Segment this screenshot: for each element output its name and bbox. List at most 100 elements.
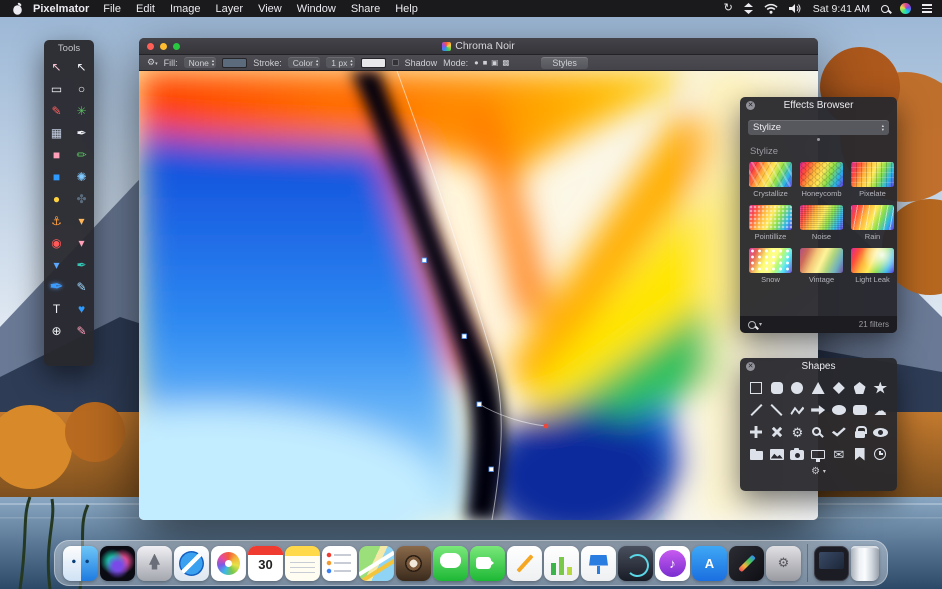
trash-dock-icon[interactable] [851,545,879,581]
zoom-tool[interactable]: ⊕ [46,320,68,342]
volume-icon[interactable] [788,3,802,14]
pixelmator-dock-icon[interactable] [729,545,764,581]
display-shape[interactable] [808,444,828,464]
magnifier-shape[interactable] [808,422,828,442]
apple-menu-icon[interactable] [12,2,23,15]
messages-dock-icon[interactable] [433,545,468,581]
cross-shape[interactable] [767,422,787,442]
app-store-dock-icon[interactable]: A [692,545,727,581]
tool-options-gear-icon[interactable]: ⚙▾ [147,57,158,68]
anchor-tool[interactable]: ⚓ [46,210,68,232]
display-arrows-icon[interactable] [743,3,753,14]
zigzag-line-shape[interactable] [787,400,807,420]
zoom-window-button[interactable] [173,42,180,50]
photo-booth-dock-icon[interactable] [396,545,431,581]
diamond-shape[interactable] [829,378,849,398]
magic-wand-tool[interactable]: ✳ [71,100,93,122]
camera-shape[interactable] [787,444,807,464]
paint-pen-tool[interactable]: ✒ [46,276,68,298]
checkmark-shape[interactable] [829,422,849,442]
bucket-tool[interactable]: ● [46,188,68,210]
red-eye-tool[interactable]: ◉ [46,232,68,254]
cloud-shape[interactable]: ☁ [870,400,890,420]
pen-tool[interactable]: ✒ [71,122,93,144]
menu-view[interactable]: View [258,3,282,15]
effect-honeycomb[interactable]: Honeycomb [800,162,843,198]
eye-shape[interactable] [870,422,890,442]
rect-marquee-tool[interactable]: ▭ [46,78,68,100]
effect-pointillize[interactable]: Pointillize [749,205,792,241]
effects-category-dropdown[interactable]: Stylize ▴ ▾ [748,120,889,135]
envelope-shape[interactable]: ✉ [829,444,849,464]
app-menu-title[interactable]: Pixelmator [33,3,89,15]
shapes-settings-gear-icon[interactable]: ⚙ ▾ [740,464,897,477]
crop-tool[interactable]: ▦ [46,122,68,144]
sync-icon[interactable]: ↻ [724,3,733,14]
finder-dock-icon[interactable] [63,545,98,581]
effect-snow[interactable]: Snow [749,248,792,284]
path-anchor-point[interactable] [421,257,427,263]
pentagon-shape[interactable] [850,378,870,398]
stroke-color-swatch[interactable] [360,57,386,68]
color-swatch-tool[interactable]: ■ [46,166,68,188]
effect-light-leak[interactable]: Light Leak [851,248,894,284]
splat-tool[interactable]: ✺ [71,166,93,188]
close-window-button[interactable] [147,42,154,50]
mode-circle-icon[interactable]: ● [474,58,479,67]
diagonal-line-shape[interactable] [767,400,787,420]
pencil-tool[interactable]: ✏ [71,144,93,166]
maps-dock-icon[interactable] [359,545,394,581]
mode-square-icon[interactable]: ■ [483,58,488,67]
system-preferences-dock-icon[interactable]: ⚙ [766,545,801,581]
photos-dock-icon[interactable] [211,545,246,581]
itunes-dock-icon[interactable]: ♪ [655,545,690,581]
fill-color-swatch[interactable] [222,57,248,68]
path-anchor-point[interactable] [461,333,467,339]
launchpad-dock-icon[interactable] [137,545,172,581]
calendar-dock-icon[interactable]: 30 [248,545,283,581]
numbers-dock-icon[interactable] [544,545,579,581]
shadow-checkbox[interactable] [391,59,399,66]
menu-window[interactable]: Window [297,3,336,15]
effects-search-button[interactable]: ▾ [748,320,762,329]
effect-vintage[interactable]: Vintage [800,248,843,284]
menu-share[interactable]: Share [351,3,380,15]
teal-pen-tool[interactable]: ✒ [71,254,93,276]
mode-layers-icon[interactable]: ▣ [491,58,498,67]
menu-image[interactable]: Image [170,3,201,15]
mode-grid-icon[interactable]: ▩ [502,58,509,67]
stroke-width-stepper[interactable]: 1 px ▴ ▾ [326,57,355,68]
heart-shape-tool[interactable]: ♥ [71,298,93,320]
notification-center-icon[interactable] [922,4,932,13]
effects-close-icon[interactable]: ✕ [746,101,755,110]
shapes-close-icon[interactable]: ✕ [746,362,755,371]
rounded-square-shape[interactable] [767,378,787,398]
path-anchor-point[interactable] [488,466,494,472]
picture-shape[interactable] [767,444,787,464]
path-anchor-point[interactable] [476,401,482,407]
window-titlebar[interactable]: Chroma Noir [139,38,818,55]
bookmark-shape[interactable] [850,444,870,464]
lasso-pen-tool[interactable]: ✎ [46,100,68,122]
minimize-window-button[interactable] [160,42,167,50]
type-tool[interactable]: T [46,298,68,320]
spotlight-icon[interactable] [881,4,889,13]
siri-icon[interactable] [900,3,911,14]
menu-help[interactable]: Help [395,3,418,15]
oval-bubble-shape[interactable] [829,400,849,420]
facetime-dock-icon[interactable] [470,545,505,581]
effect-crystallize[interactable]: Crystallize [749,162,792,198]
pointer-tool[interactable]: ↖ [71,56,93,78]
blur-droplet-tool[interactable]: ▾ [71,210,93,232]
arrow-shape[interactable] [808,400,828,420]
lock-shape[interactable] [850,422,870,442]
water-droplet-tool[interactable]: ▾ [46,254,68,276]
ellipse-marquee-tool[interactable]: ○ [71,78,93,100]
sponge-droplet-tool[interactable]: ▾ [71,232,93,254]
star-shape[interactable] [870,378,890,398]
square-shape[interactable] [746,378,766,398]
menu-layer[interactable]: Layer [216,3,244,15]
menu-edit[interactable]: Edit [136,3,155,15]
canvas[interactable] [139,71,818,520]
external-display-dock-icon[interactable] [814,545,849,581]
